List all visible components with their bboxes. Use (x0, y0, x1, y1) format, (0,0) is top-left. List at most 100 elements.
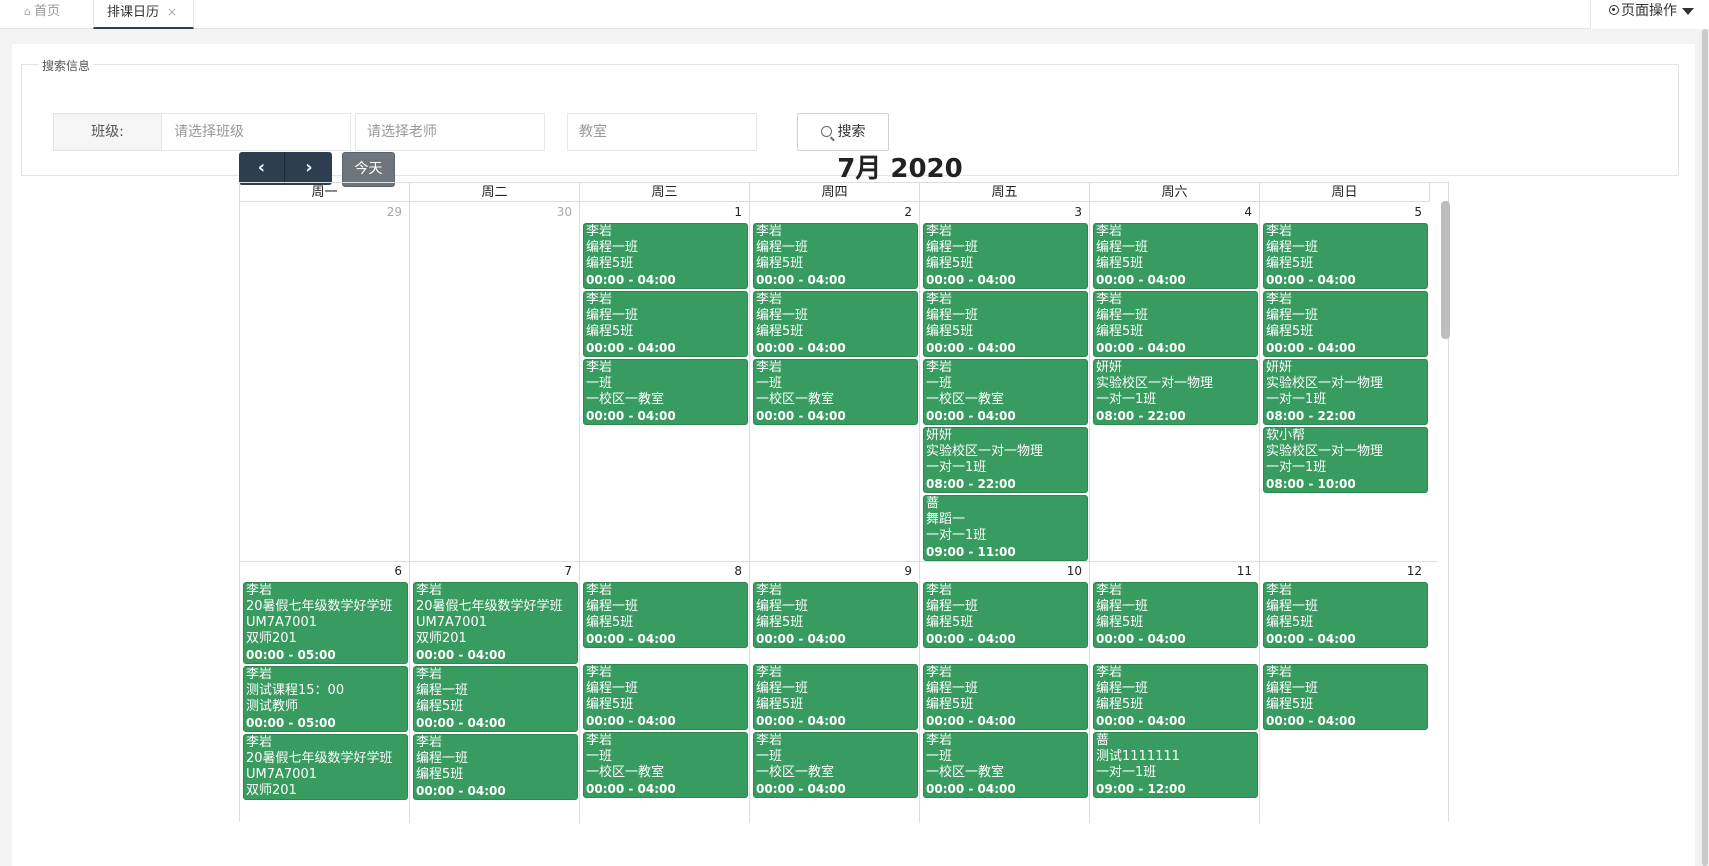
event-line: 一校区一教室 (586, 392, 665, 407)
page-scrollbar-thumb[interactable] (1702, 29, 1708, 866)
event-line: 编程5班 (1096, 697, 1144, 712)
event-line: 李岩 (756, 665, 783, 680)
event-line: 李岩 (756, 292, 783, 307)
calendar-event[interactable]: 李岩 编程一班 编程5班 00:00 - 04:00 (1093, 223, 1258, 289)
event-line: 一班 (926, 376, 953, 391)
calendar-event[interactable]: 李岩 编程一班 编程5班 00:00 - 04:00 (923, 223, 1088, 289)
next-month-button[interactable]: › (286, 152, 332, 185)
weekday-header: 周日 (1260, 183, 1430, 202)
home-icon: ⌂ (24, 5, 31, 18)
day-number: 3 (1074, 205, 1082, 219)
calendar-event[interactable]: 李岩 测试课程15：00 测试教师 00:00 - 05:00 (243, 666, 408, 732)
event-time: 00:00 - 04:00 (586, 632, 676, 646)
event-line: 一对一1班 (926, 528, 987, 543)
event-line: 编程一班 (586, 308, 639, 323)
classroom-input[interactable]: 教室 (567, 113, 757, 151)
event-line: 蔷 (1096, 733, 1110, 748)
calendar-event[interactable]: 李岩 20暑假七年级数学好学班 UM7A7001 双师201 00:00 - 04:00 (413, 582, 578, 664)
event-time: 00:00 - 04:00 (756, 341, 846, 355)
event-time: 00:00 - 04:00 (416, 648, 506, 662)
day-number: 10 (1066, 564, 1082, 578)
prev-month-button[interactable]: ‹ (239, 152, 285, 185)
event-line: 一对一1班 (1096, 392, 1157, 407)
event-line: 实验校区一对一物理 (1266, 444, 1384, 459)
event-time: 00:00 - 04:00 (586, 409, 676, 423)
calendar-event[interactable]: 李岩 编程一班 编程5班 00:00 - 04:00 (583, 664, 748, 730)
calendar-event[interactable]: 李岩 一班 一校区一教室 00:00 - 04:00 (753, 359, 918, 425)
calendar-event[interactable]: 李岩 编程一班 编程5班 00:00 - 04:00 (413, 734, 578, 800)
event-line: 编程一班 (926, 681, 979, 696)
calendar-event[interactable]: 李岩 编程一班 编程5班 00:00 - 04:00 (583, 223, 748, 289)
weekday-header: 周四 (750, 183, 920, 202)
calendar-event[interactable]: 李岩 编程一班 编程5班 00:00 - 04:00 (1263, 291, 1428, 357)
event-line: 编程一班 (1266, 240, 1319, 255)
calendar-event[interactable]: 李岩 编程一班 编程5班 00:00 - 04:00 (923, 582, 1088, 648)
event-line: 妍妍 (926, 428, 953, 443)
calendar-event[interactable]: 李岩 编程一班 编程5班 00:00 - 04:00 (753, 291, 918, 357)
class-select[interactable]: 请选择班级 (163, 114, 350, 150)
event-line: 李岩 (1096, 292, 1123, 307)
day-number: 2 (904, 205, 912, 219)
calendar-event[interactable]: 李岩 编程一班 编程5班 00:00 - 04:00 (923, 291, 1088, 357)
event-line: 一校区一教室 (756, 392, 835, 407)
event-line: 编程一班 (1096, 308, 1149, 323)
calendar-event[interactable]: 李岩 编程一班 编程5班 00:00 - 04:00 (1093, 664, 1258, 730)
close-icon[interactable]: × (167, 5, 177, 19)
calendar-event[interactable]: 李岩 编程一班 编程5班 00:00 - 04:00 (583, 291, 748, 357)
calendar-event[interactable]: 李岩 一班 一校区一教室 00:00 - 04:00 (583, 732, 748, 798)
event-line: 编程一班 (1266, 681, 1319, 696)
page-operations-button[interactable]: 页面操作 (1590, 0, 1709, 29)
calendar-event[interactable]: 李岩 编程一班 编程5班 00:00 - 04:00 (753, 664, 918, 730)
calendar-event[interactable]: 李岩 编程一班 编程5班 00:00 - 04:00 (1263, 223, 1428, 289)
calendar-event[interactable]: 李岩 一班 一校区一教室 00:00 - 04:00 (923, 732, 1088, 798)
event-time: 00:00 - 04:00 (926, 409, 1016, 423)
calendar-event[interactable]: 李岩 20暑假七年级数学好学班 UM7A7001 双师201 (243, 734, 408, 800)
event-line: 编程一班 (1096, 681, 1149, 696)
event-time: 09:00 - 12:00 (1096, 782, 1186, 796)
calendar-event[interactable]: 李岩 编程一班 编程5班 00:00 - 04:00 (1093, 582, 1258, 648)
calendar-event[interactable]: 李岩 一班 一校区一教室 00:00 - 04:00 (583, 359, 748, 425)
event-line: 一班 (756, 749, 783, 764)
event-line: 李岩 (586, 583, 613, 598)
event-line: 编程5班 (1266, 697, 1314, 712)
event-time: 00:00 - 04:00 (926, 714, 1016, 728)
event-line: 李岩 (926, 583, 953, 598)
search-button[interactable]: 搜索 (797, 113, 889, 151)
calendar-event[interactable]: 李岩 一班 一校区一教室 00:00 - 04:00 (753, 732, 918, 798)
teacher-select[interactable]: 请选择老师 (355, 113, 545, 151)
event-time: 00:00 - 04:00 (756, 409, 846, 423)
calendar-event[interactable]: 李岩 编程一班 编程5班 00:00 - 04:00 (753, 223, 918, 289)
calendar-event[interactable]: 蔷舞蹈一 一对一1班 09:00 - 11:00 (923, 495, 1088, 561)
calendar-event[interactable]: 李岩 编程一班 编程5班 00:00 - 04:00 (413, 666, 578, 732)
day-number: 11 (1236, 564, 1252, 578)
calendar-scrollbar[interactable] (1441, 201, 1450, 339)
calendar-event[interactable]: 李岩 编程一班 编程5班 00:00 - 04:00 (1263, 582, 1428, 648)
event-line: 编程一班 (756, 681, 809, 696)
event-line: 编程一班 (926, 308, 979, 323)
calendar-event[interactable]: 李岩 编程一班 编程5班 00:00 - 04:00 (1263, 664, 1428, 730)
calendar-event[interactable]: 蔷测试1111111 一对一1班 09:00 - 12:00 (1093, 732, 1258, 798)
event-line: 编程一班 (416, 751, 469, 766)
tab-schedule-calendar[interactable]: 排课日历 × (93, 0, 194, 29)
calendar-event[interactable]: 李岩 20暑假七年级数学好学班 UM7A7001 双师201 00:00 - 05:00 (243, 582, 408, 664)
weekday-header: 周六 (1090, 183, 1260, 202)
calendar-event[interactable]: 李岩 一班 一校区一教室 00:00 - 04:00 (923, 359, 1088, 425)
event-time: 08:00 - 22:00 (1096, 409, 1186, 423)
event-line: 李岩 (1096, 583, 1123, 598)
search-icon (820, 126, 832, 137)
calendar-event[interactable]: 妍妍 实验校区一对一物理 一对一1班 08:00 - 22:00 (1093, 359, 1258, 425)
tab-home[interactable]: ⌂ 首页 (14, 0, 94, 29)
grid-divider (1259, 202, 1260, 823)
weekday-header: 周三 (580, 183, 750, 202)
calendar-event[interactable]: 李岩 编程一班 编程5班 00:00 - 04:00 (583, 582, 748, 648)
grid-divider (1089, 202, 1090, 823)
calendar-event[interactable]: 李岩 编程一班 编程5班 00:00 - 04:00 (1093, 291, 1258, 357)
calendar-event[interactable]: 妍妍 实验校区一对一物理 一对一1班 08:00 - 22:00 (923, 427, 1088, 493)
calendar-event[interactable]: 妍妍 实验校区一对一物理 一对一1班 08:00 - 22:00 (1263, 359, 1428, 425)
calendar-event[interactable]: 李岩 编程一班 编程5班 00:00 - 04:00 (923, 664, 1088, 730)
event-line: 李岩 (1266, 224, 1293, 239)
calendar-event[interactable]: 李岩 编程一班 编程5班 00:00 - 04:00 (753, 582, 918, 648)
grid-divider (919, 202, 920, 823)
event-line: 李岩 (416, 667, 443, 682)
calendar-event[interactable]: 软小帮 实验校区一对一物理 一对一1班 08:00 - 10:00 (1263, 427, 1428, 493)
